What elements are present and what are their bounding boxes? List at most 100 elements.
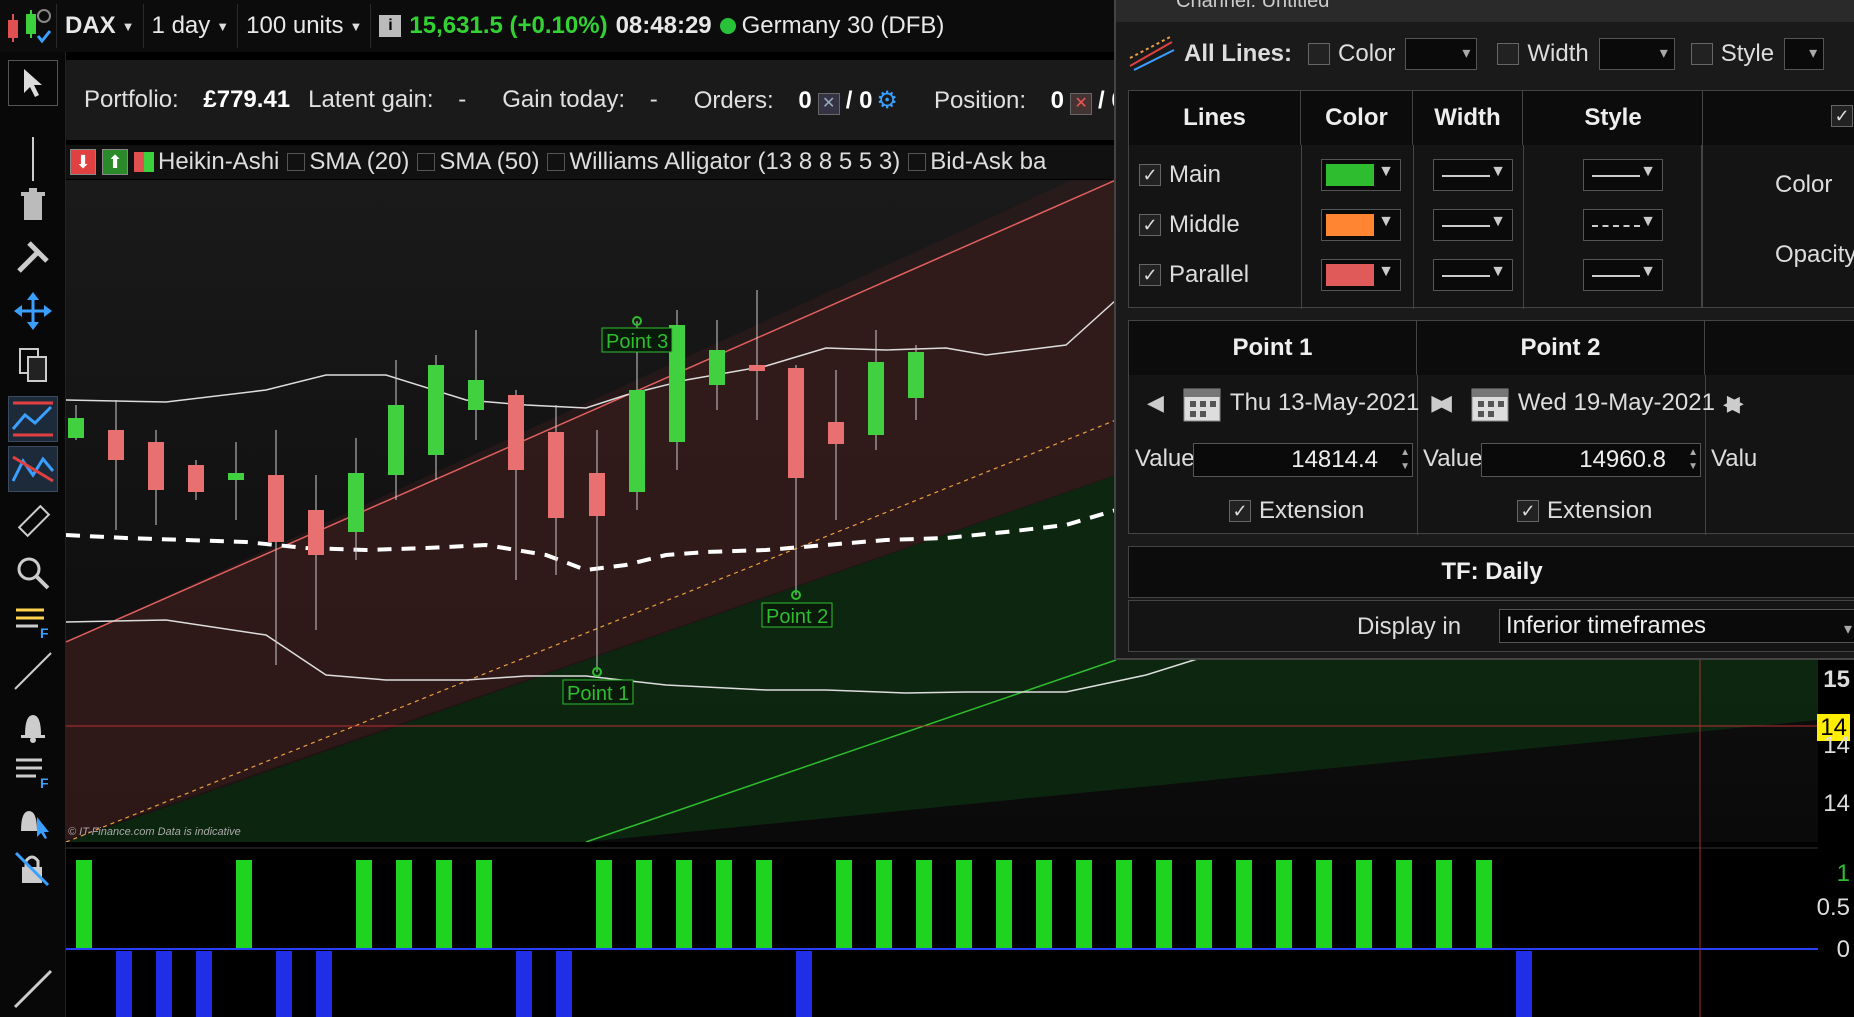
legend-item-alligator[interactable]: Williams Alligator (13 8 8 5 5 3) [547,148,900,176]
main-style-select[interactable]: ▼ [1583,159,1663,191]
dialog-title-bar[interactable]: Channel: Untitled [1116,0,1854,22]
price-info: i 15,631.5 (+0.10%) 08:48:29 Germany 30 … [371,4,952,48]
vertical-line-icon[interactable] [8,136,58,182]
oscillator-panel[interactable] [66,842,1818,1017]
legend-item-heikin-ashi[interactable]: Heikin-Ashi [134,148,279,176]
close-orders-icon[interactable]: ✕ [817,92,840,115]
middle-checkbox[interactable]: ✓ [1139,214,1161,236]
all-lines-label: All Lines: [1184,40,1293,67]
main-color-select[interactable]: ▼ [1321,159,1401,191]
channel-settings-dialog: Channel: Untitled All Lines: Color Width… [1114,0,1854,660]
chevron-down-icon: ▼ [1490,163,1506,180]
all-color-select[interactable] [1405,38,1478,70]
orders-count: 0 [798,86,812,114]
trend-channel-icon[interactable] [8,446,58,492]
chart-credit: © IT-Finance.com Data is indicative [68,826,241,838]
line-tool-icon[interactable] [8,648,58,694]
legend-checkbox[interactable] [908,153,927,171]
spinner-icon[interactable]: ▲ ▼ [1688,446,1698,474]
tools-icon[interactable] [8,234,58,280]
orders-label: Orders: [693,86,774,114]
legend-item-sma20[interactable]: SMA (20) [287,148,409,176]
fibonacci-icon[interactable]: F [8,600,58,646]
trash-icon[interactable] [8,182,58,228]
color-swatch [1326,264,1374,286]
prev-arrow-icon[interactable]: ◀ [1435,390,1452,416]
point1-value-label: Value [1135,445,1195,472]
main-checkbox[interactable]: ✓ [1139,164,1161,186]
display-in-select[interactable]: Inferior timeframes [1499,609,1854,646]
legend-checkbox[interactable] [287,153,306,171]
move-icon[interactable] [8,288,58,334]
parallel-style-select[interactable]: ▼ [1583,259,1663,291]
all-color-checkbox[interactable] [1308,43,1331,65]
timeframe-select[interactable]: 1 day ▼ [144,4,239,48]
instrument-select[interactable]: DAX ▼ [57,4,144,48]
oscillator-bar-negative [156,951,172,1017]
prev-arrow-icon[interactable]: ◀ [1723,391,1740,417]
info-icon[interactable]: i [379,15,402,37]
all-width-select[interactable] [1598,38,1675,70]
oscillator-bar-positive [876,860,892,949]
all-style-select[interactable] [1784,38,1825,70]
main-width-select[interactable]: ▼ [1433,159,1513,191]
close-position-icon[interactable]: ✕ [1070,92,1093,115]
lock-icon[interactable] [8,846,58,892]
market-name: Germany 30 (DFB) [741,12,945,39]
alert-bell-icon[interactable] [8,702,58,748]
point1-date[interactable]: Thu 13-May-2021 [1230,389,1419,417]
prev-arrow-icon[interactable]: ◀ [1147,390,1164,416]
alert-cursor-icon[interactable] [8,798,58,844]
point2-value-input[interactable]: 14960.8 ▲ ▼ [1481,443,1701,477]
candle-body [148,442,164,490]
legend-checkbox[interactable] [547,153,566,171]
spinner-icon[interactable]: ▲ ▼ [1400,446,1410,474]
zoom-icon[interactable] [8,550,58,596]
legend-checkbox[interactable] [417,153,436,171]
ruler-icon[interactable] [8,498,58,544]
point1-value: 14814.4 [1291,446,1378,473]
legend-item-sma50[interactable]: SMA (50) [417,148,539,176]
point2-date[interactable]: Wed 19-May-2021 [1518,389,1715,417]
chart-icon-seg[interactable] [0,4,57,48]
all-width-checkbox[interactable] [1497,43,1520,65]
portfolio: Portfolio: £779.41 [84,86,290,114]
point2-extension-checkbox[interactable]: ✓ [1517,500,1539,522]
point1-value-input[interactable]: 14814.4 ▲ ▼ [1193,443,1413,477]
oscillator-bar-positive [1116,860,1132,949]
display-in-value: Inferior timeframes [1506,612,1707,639]
gain-today: Gain today: - [502,86,675,114]
gain-label: Gain today: [502,86,626,113]
timeframe-label: 1 day [151,12,211,39]
parallel-checkbox[interactable]: ✓ [1139,264,1161,286]
chevron-down-icon: ▼ [1490,263,1506,280]
parallel-width-select[interactable]: ▼ [1433,259,1513,291]
parallel-color-select[interactable]: ▼ [1321,259,1401,291]
calendar-icon[interactable] [1470,383,1510,423]
chevron-down-icon: ▼ [1640,163,1656,180]
middle-width-select[interactable]: ▼ [1433,209,1513,241]
middle-color-select[interactable]: ▼ [1321,209,1401,241]
legend-item-bid-ask[interactable]: Bid-Ask ba [908,148,1046,176]
point1-label: Point 1 [567,683,629,705]
gear-icon[interactable]: ⚙ [876,87,898,114]
orders-total: / 0 [845,86,873,114]
candle-body [268,475,284,542]
fill-checkbox[interactable]: ✓ [1831,105,1853,127]
arrow-down-icon[interactable]: ⬇ [70,149,96,175]
point1-extension-checkbox[interactable]: ✓ [1229,500,1251,522]
copy-icon[interactable] [8,342,58,388]
pointer-icon[interactable] [8,60,58,106]
draw-line-icon[interactable] [8,966,58,1012]
calendar-icon[interactable] [1182,383,1222,423]
channel-tool-icon[interactable] [8,396,58,442]
arrow-up-icon[interactable]: ⬆ [102,149,128,175]
axis-label: 0 [1836,936,1850,963]
header-style: Style [1523,91,1703,145]
order-list-icon[interactable]: F [8,750,58,796]
col-divider [1523,145,1524,309]
middle-style-select[interactable]: ▼ [1583,209,1663,241]
all-style-checkbox[interactable] [1690,43,1713,65]
chevron-down-icon: ▼ [121,18,135,34]
units-select[interactable]: 100 units ▼ [238,4,372,48]
